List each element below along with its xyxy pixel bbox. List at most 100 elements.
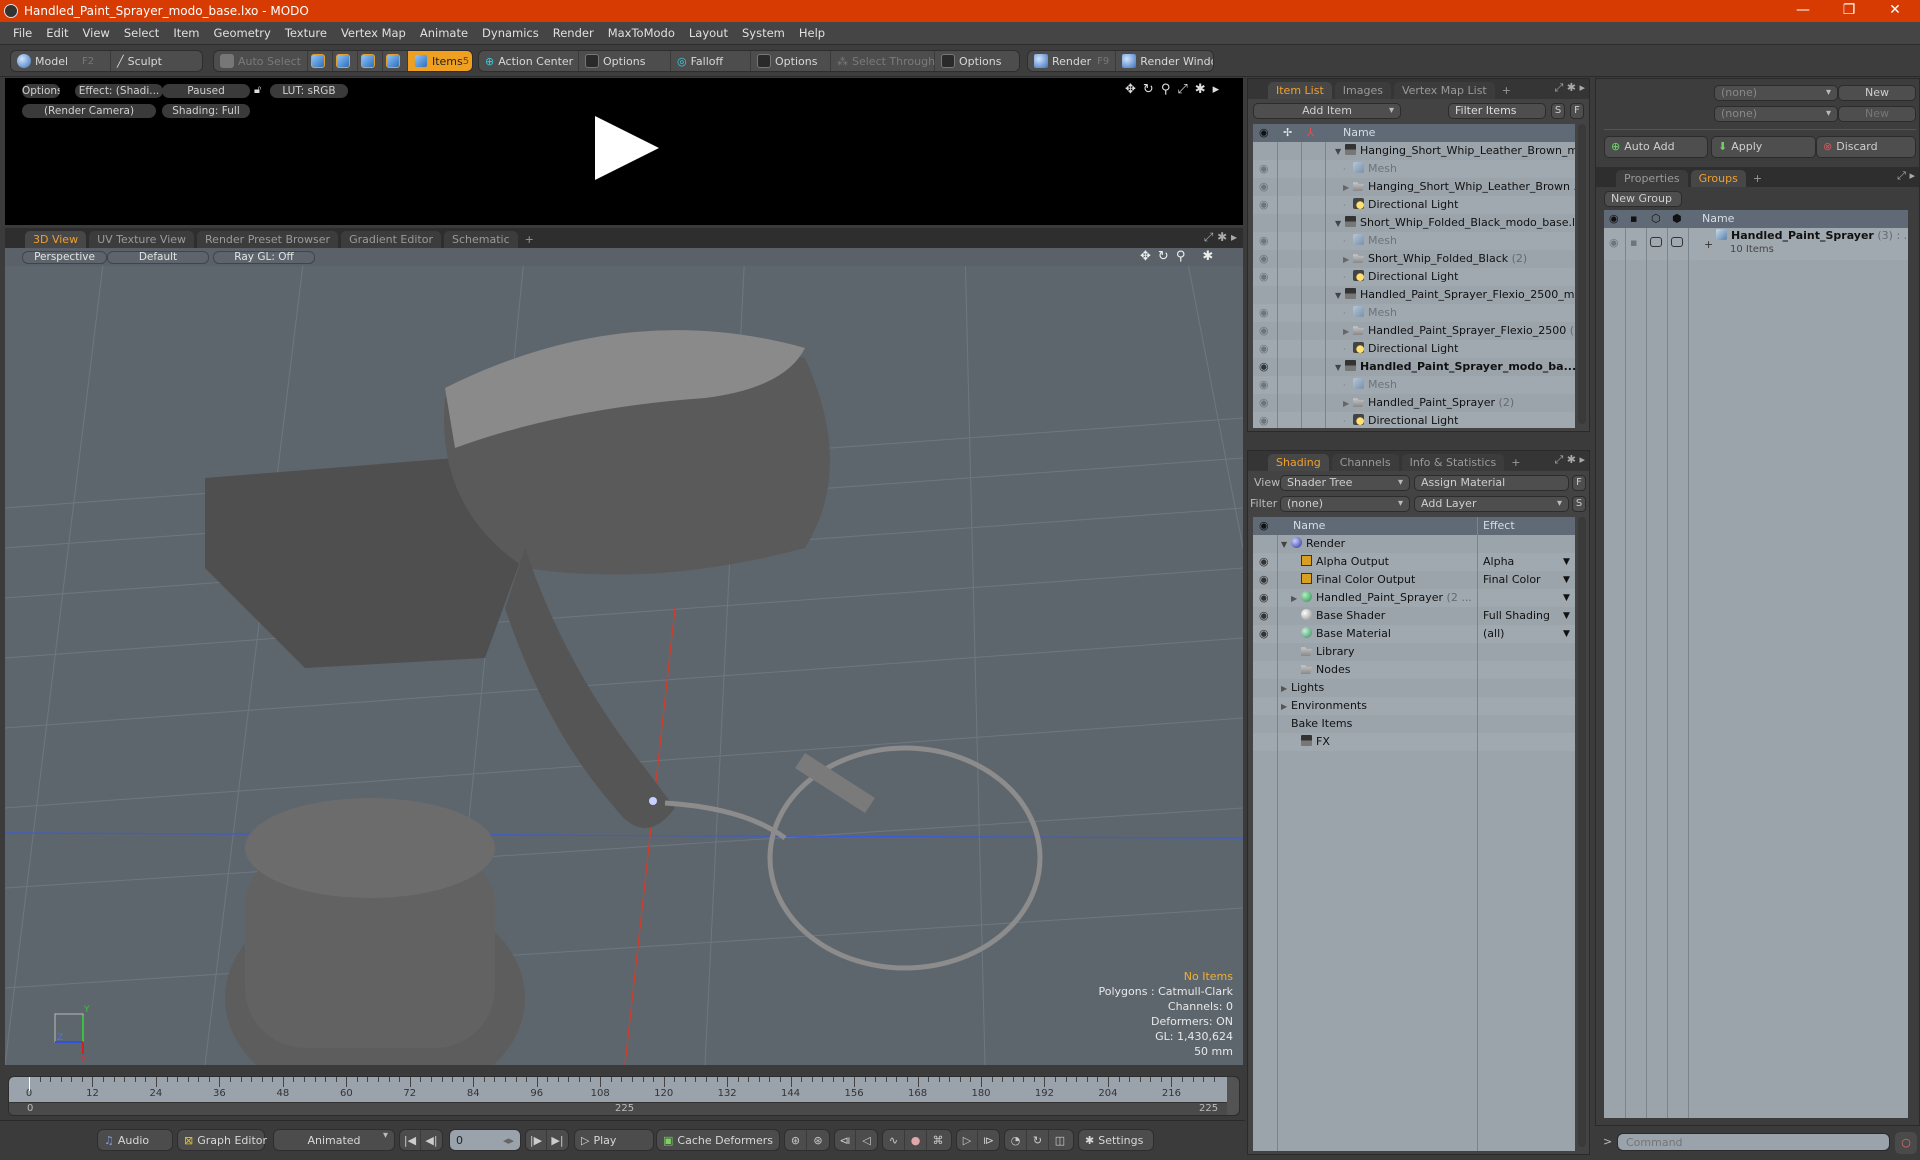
axis-column-icon[interactable]: ⅄ <box>1307 124 1314 142</box>
effect-dropdown-arrow-icon[interactable]: ▼ <box>1563 589 1570 607</box>
visibility-eye-icon[interactable]: ◉ <box>1259 571 1269 589</box>
record-macro-icon[interactable]: ○ <box>1895 1132 1917 1154</box>
maximize-icon[interactable]: ⤢ <box>1177 82 1187 97</box>
projection-dropdown[interactable]: Perspective <box>22 251 107 264</box>
render-window-button[interactable]: Render Window <box>1116 51 1213 71</box>
add-tab-button[interactable]: + <box>1507 454 1524 471</box>
add-layer-dropdown[interactable]: Add Layer <box>1414 496 1569 512</box>
zoom-icon[interactable]: ⚲ <box>1176 249 1186 264</box>
shader-row[interactable]: ▶ Environments <box>1253 697 1575 715</box>
tab-3d-view[interactable]: 3D View <box>25 231 87 248</box>
gear-icon[interactable]: ✱ <box>1195 82 1206 97</box>
visibility-eye-icon[interactable]: ◉ <box>1259 376 1269 394</box>
effect-value[interactable]: (all) <box>1483 625 1504 643</box>
audio-button[interactable]: ♫ Audio <box>97 1129 173 1151</box>
menu-maxtomodo[interactable]: MaxToModo <box>601 26 682 40</box>
tab-properties[interactable]: Properties <box>1616 170 1688 187</box>
filter-dropdown[interactable]: (none) <box>1280 496 1410 512</box>
effect-dropdown[interactable]: Effect: (Shadi... <box>75 84 163 98</box>
prev-key-button[interactable]: ⧏ <box>835 1130 857 1150</box>
expand-arrow-icon[interactable]: ▶ <box>1281 698 1291 716</box>
render-toggle[interactable]: ▪ <box>1630 236 1637 249</box>
play-icon[interactable] <box>595 116 659 180</box>
go-to-end-button[interactable]: ▶| <box>547 1130 568 1150</box>
visibility-eye-icon[interactable]: ◉ <box>1259 625 1269 643</box>
expand-icon[interactable]: + <box>1704 238 1713 251</box>
auto-add-button[interactable]: ⊕ Auto Add <box>1604 136 1708 158</box>
viewport-tab-controls[interactable]: ⤢ ✱ ▸ <box>1204 230 1237 245</box>
shader-row[interactable]: ◉ Alpha Output Alpha ▼ <box>1253 553 1575 571</box>
expand-arrow-icon[interactable]: ▶ <box>1343 179 1353 197</box>
lut-dropdown[interactable]: LUT: sRGB <box>270 84 348 98</box>
visibility-eye-icon[interactable]: ◉ <box>1259 412 1269 428</box>
item-list-scrollbar[interactable] <box>1578 124 1586 424</box>
menu-select[interactable]: Select <box>117 26 166 40</box>
shader-row[interactable]: ◉ Base Shader Full Shading ▼ <box>1253 607 1575 625</box>
add-tab-button[interactable]: + <box>521 231 538 248</box>
panel-controls[interactable]: ⤢ ✱ ▸ <box>1554 81 1585 95</box>
visibility-column-icon[interactable]: ◉ <box>1259 124 1269 142</box>
collapse-arrow-icon[interactable]: ▼ <box>1335 143 1345 161</box>
tab-gradient-editor[interactable]: Gradient Editor <box>341 231 441 248</box>
lock-column-icon[interactable]: ⬡ <box>1651 210 1661 228</box>
shading-dropdown[interactable]: Shading: Full <box>162 104 250 118</box>
raygl-dropdown[interactable]: Ray GL: Off <box>213 251 315 264</box>
tab-schematic[interactable]: Schematic <box>444 231 518 248</box>
expand-arrow-icon[interactable]: ▶ <box>1281 680 1291 698</box>
auto-key-button[interactable]: ∿ <box>883 1130 905 1150</box>
vertices-mode-button[interactable] <box>308 51 333 71</box>
shader-row[interactable]: Library <box>1253 643 1575 661</box>
key-selected-button[interactable]: ⌘ <box>927 1130 949 1150</box>
effect-value[interactable]: Alpha <box>1483 553 1514 571</box>
play-button[interactable]: ▷ Play <box>574 1129 654 1151</box>
timeline-ruler[interactable]: 0 12 24 36 48 60 72 84 96 108 120 132 144 156 168 180 19… <box>9 1077 1227 1102</box>
s-button[interactable]: S <box>1572 496 1586 512</box>
auto-select-button[interactable]: Auto Select <box>214 51 308 71</box>
visibility-eye-icon[interactable]: ◉ <box>1259 232 1269 250</box>
menu-vertex-map[interactable]: Vertex Map <box>334 26 413 40</box>
materials-mode-button[interactable] <box>383 51 408 71</box>
rotate-icon[interactable]: ↻ <box>1143 82 1154 97</box>
render-column-icon[interactable]: ▪ <box>1630 210 1637 228</box>
new-pass-button[interactable]: New <box>1838 106 1916 122</box>
add-tab-button[interactable]: + <box>1749 170 1766 187</box>
visibility-column-icon[interactable]: ◉ <box>1259 517 1269 535</box>
step-back-button[interactable]: ◀| <box>421 1130 442 1150</box>
expand-arrow-icon[interactable]: ▶ <box>1343 323 1353 341</box>
menu-texture[interactable]: Texture <box>278 26 334 40</box>
menu-system[interactable]: System <box>735 26 792 40</box>
select-column-icon[interactable]: ⬢ <box>1672 210 1682 228</box>
shader-row[interactable]: Bake Items <box>1253 715 1575 733</box>
graph-editor-button[interactable]: ⊠ Graph Editor <box>177 1129 267 1151</box>
f-button[interactable]: F <box>1570 103 1584 119</box>
menu-item[interactable]: Item <box>166 26 206 40</box>
select-toggle[interactable] <box>1671 237 1683 247</box>
expand-arrow-icon[interactable]: ▶ <box>1343 395 1353 413</box>
new-pass-group-button[interactable]: New <box>1838 85 1916 101</box>
visibility-eye-icon[interactable]: ◉ <box>1259 268 1269 286</box>
visibility-toggle[interactable]: ◉ <box>1609 236 1619 249</box>
falloff-options-button[interactable]: Options <box>751 51 831 71</box>
new-group-button[interactable]: New Group <box>1604 191 1682 207</box>
close-button[interactable]: ✕ <box>1872 0 1918 22</box>
menu-edit[interactable]: Edit <box>39 26 75 40</box>
cache-deformers-button[interactable]: ▣ Cache Deformers <box>656 1129 780 1151</box>
shader-row[interactable]: Nodes <box>1253 661 1575 679</box>
collapse-arrow-icon[interactable]: ▼ <box>1335 287 1345 305</box>
record-button[interactable]: ● <box>905 1130 927 1150</box>
tab-images[interactable]: Images <box>1334 82 1391 99</box>
menu-help[interactable]: Help <box>792 26 832 40</box>
visibility-eye-icon[interactable]: ◉ <box>1259 250 1269 268</box>
collapse-arrow-icon[interactable]: ▼ <box>1335 215 1345 233</box>
items-mode-button[interactable]: Items 5 <box>407 51 472 71</box>
tab-shading[interactable]: Shading <box>1268 454 1329 471</box>
passes-dropdown[interactable]: (none) <box>1714 106 1838 122</box>
style-dropdown[interactable]: Default <box>107 251 209 264</box>
loop-button[interactable]: ↻ <box>1027 1130 1049 1150</box>
name-column-header[interactable]: Name <box>1343 124 1375 142</box>
playhead[interactable] <box>29 1077 30 1091</box>
key-down-button[interactable]: ⊛ <box>807 1130 829 1150</box>
add-tab-button[interactable]: + <box>1498 82 1515 99</box>
zoom-icon[interactable]: ⚲ <box>1161 82 1171 97</box>
shading-scrollbar[interactable] <box>1578 517 1586 1147</box>
